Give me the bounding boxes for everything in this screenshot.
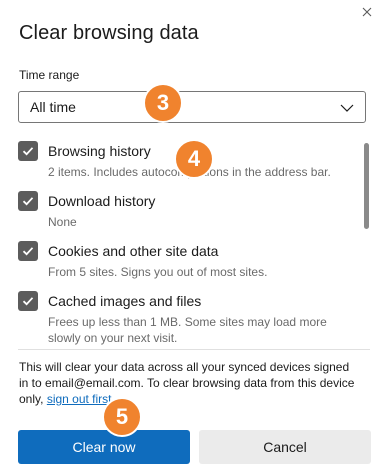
cookies-checkbox[interactable] [18,241,38,261]
options-scrollbar[interactable] [364,143,369,229]
cancel-button[interactable]: Cancel [199,430,371,464]
dialog-title: Clear browsing data [19,22,199,44]
cached-images-checkbox[interactable] [18,291,38,311]
option-description: None [48,215,77,229]
divider [18,349,370,350]
clear-browsing-data-dialog: Clear browsing data Time range All time … [0,0,389,476]
step-badge-4: 4 [174,139,214,179]
time-range-label: Time range [19,68,80,82]
checkmark-icon [22,147,34,156]
option-description: From 5 sites. Signs you out of most site… [48,265,268,279]
option-cookies[interactable]: Cookies and other site data From 5 sites… [18,238,358,284]
option-description: Frees up less than 1 MB. Some sites may … [48,315,327,345]
download-history-checkbox[interactable] [18,191,38,211]
step-badge-5: 5 [102,397,142,437]
chevron-down-icon [340,104,354,112]
option-label: Browsing history [48,143,151,159]
checkmark-icon [22,247,34,256]
option-download-history[interactable]: Download history None [18,188,358,234]
browsing-history-checkbox[interactable] [18,141,38,161]
step-badge-3: 3 [143,83,183,123]
clear-now-button[interactable]: Clear now [18,430,190,464]
option-cached-images[interactable]: Cached images and files Frees up less th… [18,288,358,348]
sign-out-link[interactable]: sign out first [47,392,112,406]
checkmark-icon [22,197,34,206]
time-range-value: All time [30,99,76,115]
checkmark-icon [22,297,34,306]
option-label: Download history [48,193,156,209]
close-button[interactable] [359,4,375,20]
sync-info-text: This will clear your data across all you… [19,359,359,407]
close-icon [362,7,372,17]
option-label: Cookies and other site data [48,243,219,259]
option-label: Cached images and files [48,293,202,309]
time-range-select[interactable]: All time [18,91,366,123]
